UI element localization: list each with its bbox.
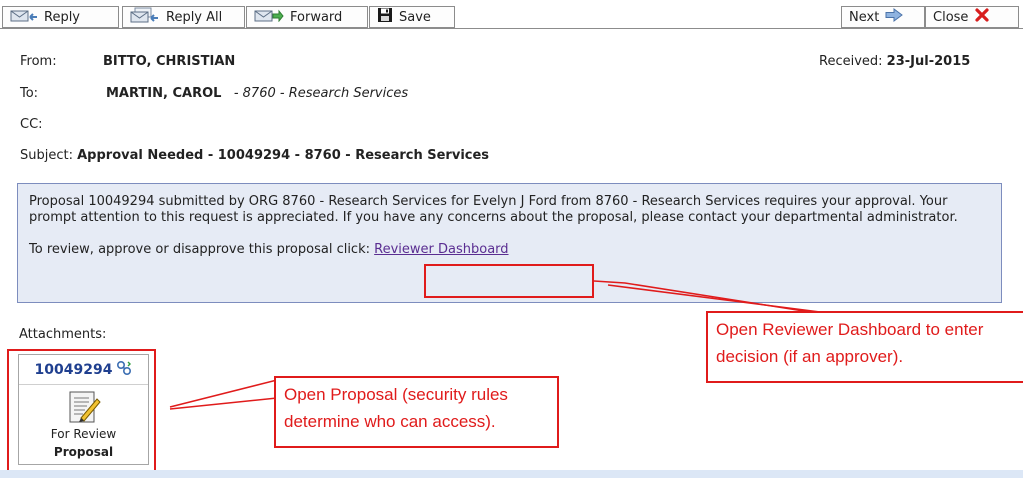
- dashboard-callout: Open Reviewer Dashboard to enter decisio…: [706, 311, 1023, 383]
- bottom-strip: [0, 470, 1023, 478]
- proposal-callout: Open Proposal (security rules determine …: [274, 376, 559, 448]
